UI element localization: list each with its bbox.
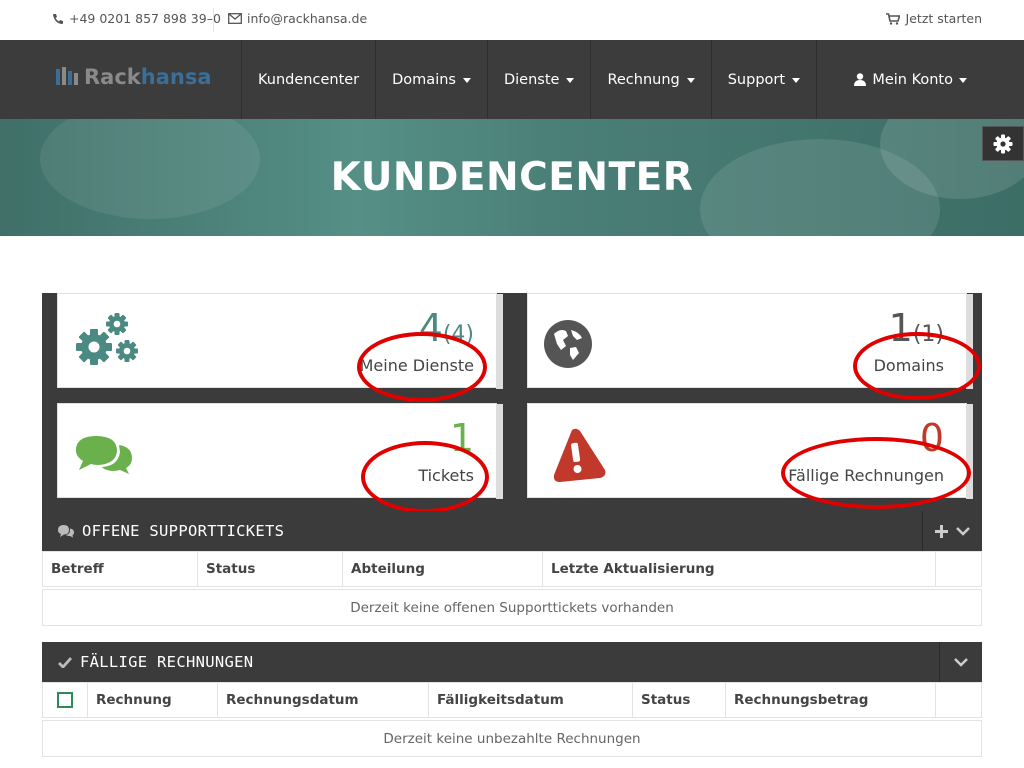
nav-item-domains[interactable]: Domains	[375, 40, 487, 119]
column-header[interactable]: Status	[633, 683, 726, 717]
nav-item-rechnung[interactable]: Rechnung	[590, 40, 710, 119]
brand-name-part1: Rack	[84, 65, 141, 89]
column-header[interactable]: Status	[198, 552, 343, 586]
column-header[interactable]: Letzte Aktualisierung	[543, 552, 936, 586]
gears-icon	[72, 310, 142, 374]
phone-icon	[53, 13, 63, 24]
caret-down-icon	[686, 78, 695, 83]
nav-item-kundencenter[interactable]: Kundencenter	[241, 40, 375, 119]
nav-item-dienste[interactable]: Dienste	[486, 40, 590, 119]
main-navbar: Rackhansa Kundencenter Domains Dienste R…	[0, 40, 1024, 119]
top-bar: +49 0201 857 898 39–0 info@rackhansa.de …	[0, 0, 1024, 40]
column-header[interactable]: Abteilung	[343, 552, 543, 586]
comments-icon	[72, 434, 136, 478]
caret-down-icon	[566, 78, 575, 83]
caret-down-icon	[792, 78, 801, 83]
tickets-panel-header: OFFENE SUPPORTTICKETS	[42, 511, 982, 551]
column-header[interactable]: Rechnung	[88, 683, 218, 717]
email-contact[interactable]: info@rackhansa.de	[228, 11, 367, 26]
column-header[interactable]: Rechnungsbetrag	[726, 683, 936, 717]
settings-toggle[interactable]	[982, 126, 1024, 161]
phone-contact[interactable]: +49 0201 857 898 39–0	[52, 11, 221, 26]
page-title: KUNDENCENTER	[330, 155, 694, 200]
panel-title: OFFENE SUPPORTTICKETS	[82, 522, 285, 540]
nav-item-support[interactable]: Support	[710, 40, 818, 119]
plus-icon[interactable]	[935, 524, 948, 538]
user-icon	[854, 73, 867, 86]
check-icon	[58, 656, 72, 668]
tile-edge	[966, 404, 973, 499]
panel-controls	[939, 642, 982, 682]
divider	[213, 8, 214, 32]
brand-logo[interactable]: Rackhansa	[56, 65, 212, 89]
nav-label: Rechnung	[607, 71, 680, 88]
select-all-cell	[43, 683, 88, 717]
nav-menu: Kundencenter Domains Dienste Rechnung Su…	[241, 40, 818, 119]
tile-edge	[496, 294, 503, 389]
hero-banner: KUNDENCENTER	[0, 119, 1024, 236]
annotation-circle	[361, 441, 489, 513]
invoices-panel-header: FÄLLIGE RECHNUNGEN	[42, 642, 982, 682]
server-rack-icon	[56, 67, 78, 85]
nav-label: Domains	[392, 71, 456, 88]
gear-icon	[993, 134, 1013, 153]
panel-controls	[922, 511, 982, 551]
nav-label: Kundencenter	[258, 71, 360, 88]
nav-label: Support	[727, 71, 786, 88]
phone-number: +49 0201 857 898 39–0	[69, 11, 221, 26]
select-all-checkbox[interactable]	[57, 692, 73, 708]
chevron-down-icon[interactable]	[956, 526, 970, 536]
chevron-down-icon[interactable]	[954, 657, 968, 667]
globe-icon	[544, 320, 592, 372]
tickets-table-header: Betreff Status Abteilung Letzte Aktualis…	[42, 551, 982, 587]
column-header[interactable]: Rechnungsdatum	[218, 683, 429, 717]
annotation-circle	[781, 437, 971, 509]
caret-down-icon	[462, 78, 471, 83]
warning-icon	[550, 426, 608, 488]
start-label: Jetzt starten	[905, 11, 982, 26]
column-header[interactable]: Fälligkeitsdatum	[429, 683, 633, 717]
caret-down-icon	[959, 78, 967, 83]
tile-edge	[496, 404, 503, 499]
cart-icon	[885, 12, 900, 25]
tickets-empty-row: Derzeit keine offenen Supporttickets vor…	[42, 589, 982, 626]
annotation-circle	[853, 332, 981, 400]
account-menu[interactable]: Mein Konto	[854, 40, 967, 119]
invoices-empty-row: Derzeit keine unbezahlte Rechnungen	[42, 720, 982, 757]
start-link[interactable]: Jetzt starten	[885, 11, 982, 26]
envelope-icon	[228, 13, 242, 24]
annotation-circle	[357, 332, 487, 402]
comments-icon	[58, 524, 74, 538]
brand-name-part2: hansa	[140, 65, 212, 89]
column-header[interactable]: Betreff	[43, 552, 198, 586]
invoices-table-header: Rechnung Rechnungsdatum Fälligkeitsdatum…	[42, 682, 982, 718]
email-address: info@rackhansa.de	[247, 11, 368, 26]
account-label: Mein Konto	[872, 71, 953, 88]
nav-label: Dienste	[503, 71, 560, 88]
panel-title: FÄLLIGE RECHNUNGEN	[80, 653, 254, 671]
